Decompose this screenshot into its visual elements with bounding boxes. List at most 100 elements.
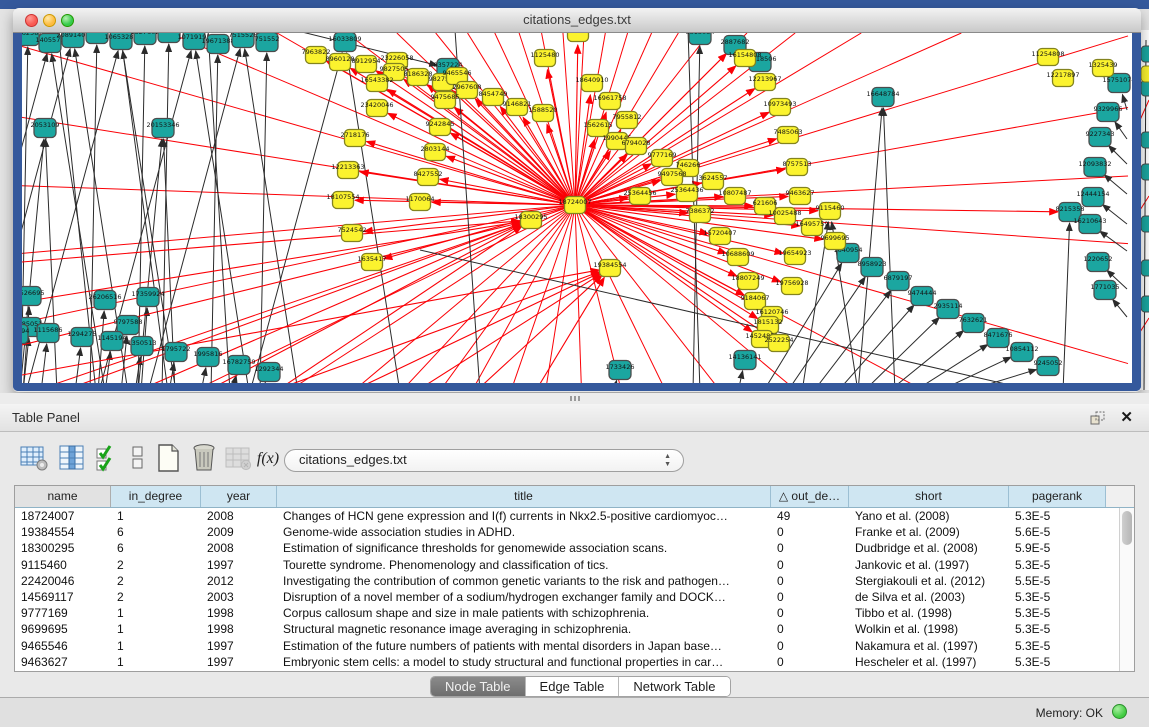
zoom-window-button[interactable] (61, 14, 74, 27)
graph-edge[interactable] (262, 382, 265, 383)
split-pane-divider[interactable] (0, 393, 1149, 404)
graph-node[interactable]: 16495759 (795, 219, 828, 236)
graph-node[interactable]: 12093832 (1078, 158, 1111, 177)
table-row[interactable]: 2242004622012Investigating the contribut… (15, 573, 1134, 589)
column-header-year[interactable]: year (201, 486, 277, 507)
graph-node[interactable]: 17359924 (131, 288, 164, 307)
function-builder-icon[interactable]: f(x) (252, 443, 284, 475)
graph-node[interactable]: 2526695 (22, 287, 44, 306)
graph-edge[interactable] (275, 226, 522, 383)
graph-node[interactable]: 8912954 (352, 56, 381, 73)
show-columns-icon[interactable] (56, 443, 88, 475)
table-row[interactable]: 1938455462009Genome-wide association stu… (15, 524, 1134, 540)
graph-node[interactable]: 20153346 (146, 119, 179, 138)
graph-node[interactable]: 14136141 (728, 351, 761, 370)
graph-node[interactable]: 6879197 (884, 272, 913, 291)
scrollbar-thumb[interactable] (1122, 511, 1132, 545)
graph-node[interactable]: 1795722 (162, 343, 191, 362)
graph-node[interactable]: 18107554 (326, 192, 359, 209)
select-columns-icon[interactable] (92, 443, 124, 475)
column-header-short[interactable]: short (849, 486, 1009, 507)
graph-edge[interactable] (360, 172, 575, 205)
graph-edge[interactable] (476, 205, 575, 383)
graph-node[interactable]: 1125480 (531, 50, 560, 67)
graph-node[interactable]: 26206516 (88, 291, 121, 310)
graph-node[interactable]: 12217897 (1046, 70, 1079, 87)
tab-network-table[interactable]: Network Table (619, 677, 729, 696)
graph-node[interactable]: 7524542 (338, 225, 367, 242)
table-row[interactable]: 946362711997Embryonic stem cells: a mode… (15, 654, 1134, 670)
graph-node[interactable]: 9497568 (658, 169, 687, 186)
graph-edge[interactable] (22, 186, 575, 205)
graph-node[interactable]: 1995816 (194, 348, 223, 367)
graph-node[interactable]: 16033809 (328, 33, 361, 52)
graph-node[interactable]: 18807249 (731, 273, 764, 290)
graph-node[interactable]: 1170064 (406, 194, 435, 211)
graph-node[interactable]: 9115460 (816, 203, 845, 220)
graph-node[interactable]: 2718176 (341, 130, 370, 147)
graph-edge[interactable] (575, 205, 581, 383)
graph-edge[interactable] (1063, 223, 1070, 383)
table-row[interactable]: 1456911722003Disruption of a novel membe… (15, 589, 1134, 605)
graph-node[interactable]: 7386372 (686, 206, 715, 223)
graph-node[interactable]: 16961758 (593, 93, 626, 110)
graph-node[interactable]: 12213363 (331, 162, 364, 179)
row-height-icon[interactable] (122, 443, 154, 475)
graph-edge[interactable] (563, 33, 575, 205)
table-select-dropdown[interactable]: citations_edges.txt ▲▼ (284, 449, 684, 472)
graph-edge[interactable] (45, 139, 57, 383)
table-scrollbar[interactable] (1119, 508, 1134, 672)
delete-table-icon[interactable] (222, 443, 254, 475)
graph-node[interactable]: 1527602 (131, 33, 160, 45)
graph-node[interactable]: 16648784 (866, 88, 899, 107)
tab-edge-table[interactable]: Edge Table (526, 677, 620, 696)
graph-node[interactable]: 1294275 (68, 328, 97, 347)
column-header-title[interactable]: title (277, 486, 771, 507)
graph-node[interactable]: 8757513 (783, 159, 812, 176)
table-row[interactable]: 1872400712008Changes of HCN gene express… (15, 508, 1134, 524)
close-panel-icon[interactable]: ✕ (1120, 408, 1133, 426)
graph-node[interactable]: 16210643 (1073, 215, 1106, 234)
graph-node[interactable]: 12444154 (1076, 188, 1109, 207)
graph-edge[interactable] (613, 380, 617, 383)
graph-node[interactable]: 8427552 (414, 169, 443, 186)
graph-node[interactable]: 8960128 (326, 54, 355, 71)
graph-edge[interactable] (22, 270, 599, 375)
graph-edge[interactable] (450, 133, 575, 205)
graph-node[interactable]: 1771035 (1091, 281, 1120, 300)
graph-node[interactable]: 7632621 (959, 314, 988, 333)
graph-node[interactable]: 1733426 (606, 361, 635, 380)
table-mode-icon[interactable] (18, 443, 50, 475)
graph-edge[interactable] (738, 371, 743, 383)
tab-node-table[interactable]: Node Table (431, 677, 526, 696)
graph-edge[interactable] (963, 370, 1037, 383)
graph-edge[interactable] (22, 222, 520, 302)
graph-node[interactable]: 7485063 (774, 127, 803, 144)
graph-node[interactable]: 9777169 (648, 150, 677, 167)
table-row[interactable]: 1830029562008Estimation of significance … (15, 540, 1134, 556)
delete-column-icon[interactable] (188, 443, 220, 475)
graph-node[interactable]: 9245052 (1034, 357, 1063, 376)
column-header-out_de[interactable]: △ out_de… (771, 486, 849, 507)
table-row[interactable]: 911546021997Tourette syndrome. Phenomeno… (15, 557, 1134, 573)
graph-edge[interactable] (837, 305, 914, 383)
graph-node[interactable]: 1350513 (128, 337, 157, 356)
network-canvas[interactable]: 2062581140557120891406100337110653287152… (22, 33, 1132, 383)
graph-edge[interactable] (547, 205, 575, 383)
graph-edge[interactable] (1113, 299, 1127, 317)
graph-node[interactable]: 9475685 (431, 92, 460, 109)
graph-node[interactable]: 11254808 (1031, 49, 1064, 66)
graph-node[interactable]: 9242845 (426, 119, 455, 136)
graph-node[interactable]: 2053109 (31, 119, 60, 138)
column-header-in_degree[interactable]: in_degree (111, 486, 201, 507)
new-column-icon[interactable] (152, 443, 184, 475)
graph-node[interactable]: 16543382 (360, 75, 393, 92)
graph-edge[interactable] (1115, 122, 1127, 139)
graph-node[interactable]: 12213967 (748, 74, 781, 91)
graph-edge[interactable] (575, 205, 1128, 364)
divider-handle-icon[interactable] (570, 396, 582, 401)
graph-node[interactable]: 15720407 (703, 228, 736, 245)
graph-edge[interactable] (201, 368, 206, 383)
table-row[interactable]: 969969511998Structural magnetic resonanc… (15, 621, 1134, 637)
graph-node[interactable]: 10688609 (721, 249, 754, 266)
